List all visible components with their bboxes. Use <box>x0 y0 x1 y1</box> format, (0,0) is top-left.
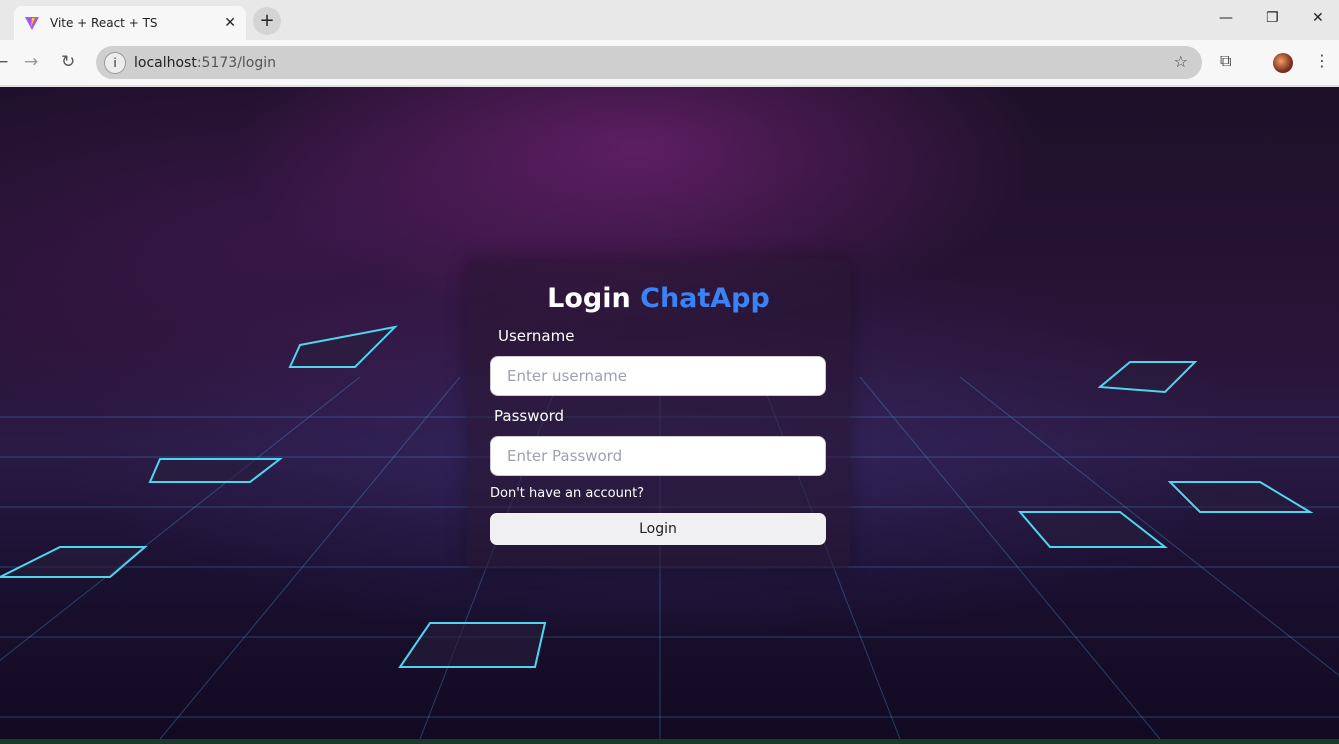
new-tab-button[interactable]: + <box>253 7 281 35</box>
username-label: Username <box>498 327 575 345</box>
password-input[interactable] <box>490 436 826 476</box>
vite-logo-icon <box>25 17 39 30</box>
close-window-icon[interactable]: ✕ <box>1312 10 1324 26</box>
close-icon[interactable]: ✕ <box>224 15 236 31</box>
url-path: :5173/login <box>196 54 277 71</box>
title-text: Login <box>547 283 631 314</box>
tab-strip: Vite + React + TS ✕ + — ❐ ✕ <box>0 0 1339 40</box>
browser-toolbar: ← → ↻ i localhost:5173/login ☆ <box>0 40 1339 86</box>
back-icon[interactable]: ← <box>0 52 8 72</box>
browser-tab[interactable]: Vite + React + TS ✕ <box>14 6 246 40</box>
avatar[interactable] <box>1273 53 1293 73</box>
reload-icon[interactable]: ↻ <box>61 52 75 72</box>
login-card: Login ChatApp Username Password Don't ha… <box>467 259 850 569</box>
info-icon[interactable]: i <box>104 51 126 74</box>
restore-icon[interactable]: ❐ <box>1266 10 1279 26</box>
brand-name: ChatApp <box>640 283 770 314</box>
extensions-icon[interactable]: ⧉ <box>1220 51 1231 71</box>
forward-icon[interactable]: → <box>24 52 38 72</box>
url-host: localhost <box>134 54 197 71</box>
signup-link[interactable]: Don't have an account? <box>490 486 644 501</box>
password-label: Password <box>494 407 565 425</box>
minimize-icon[interactable]: — <box>1219 10 1233 26</box>
taskbar <box>0 739 1339 744</box>
tab-title: Vite + React + TS <box>50 16 158 30</box>
username-input[interactable] <box>490 356 826 396</box>
login-page: Login ChatApp Username Password Don't ha… <box>0 87 1339 739</box>
more-vert-icon[interactable]: ⋮ <box>1314 51 1330 70</box>
login-button[interactable]: Login <box>490 513 826 545</box>
address-bar[interactable]: i localhost:5173/login ☆ <box>96 46 1202 79</box>
star-icon[interactable]: ☆ <box>1174 52 1188 71</box>
page-title: Login ChatApp <box>467 283 850 314</box>
